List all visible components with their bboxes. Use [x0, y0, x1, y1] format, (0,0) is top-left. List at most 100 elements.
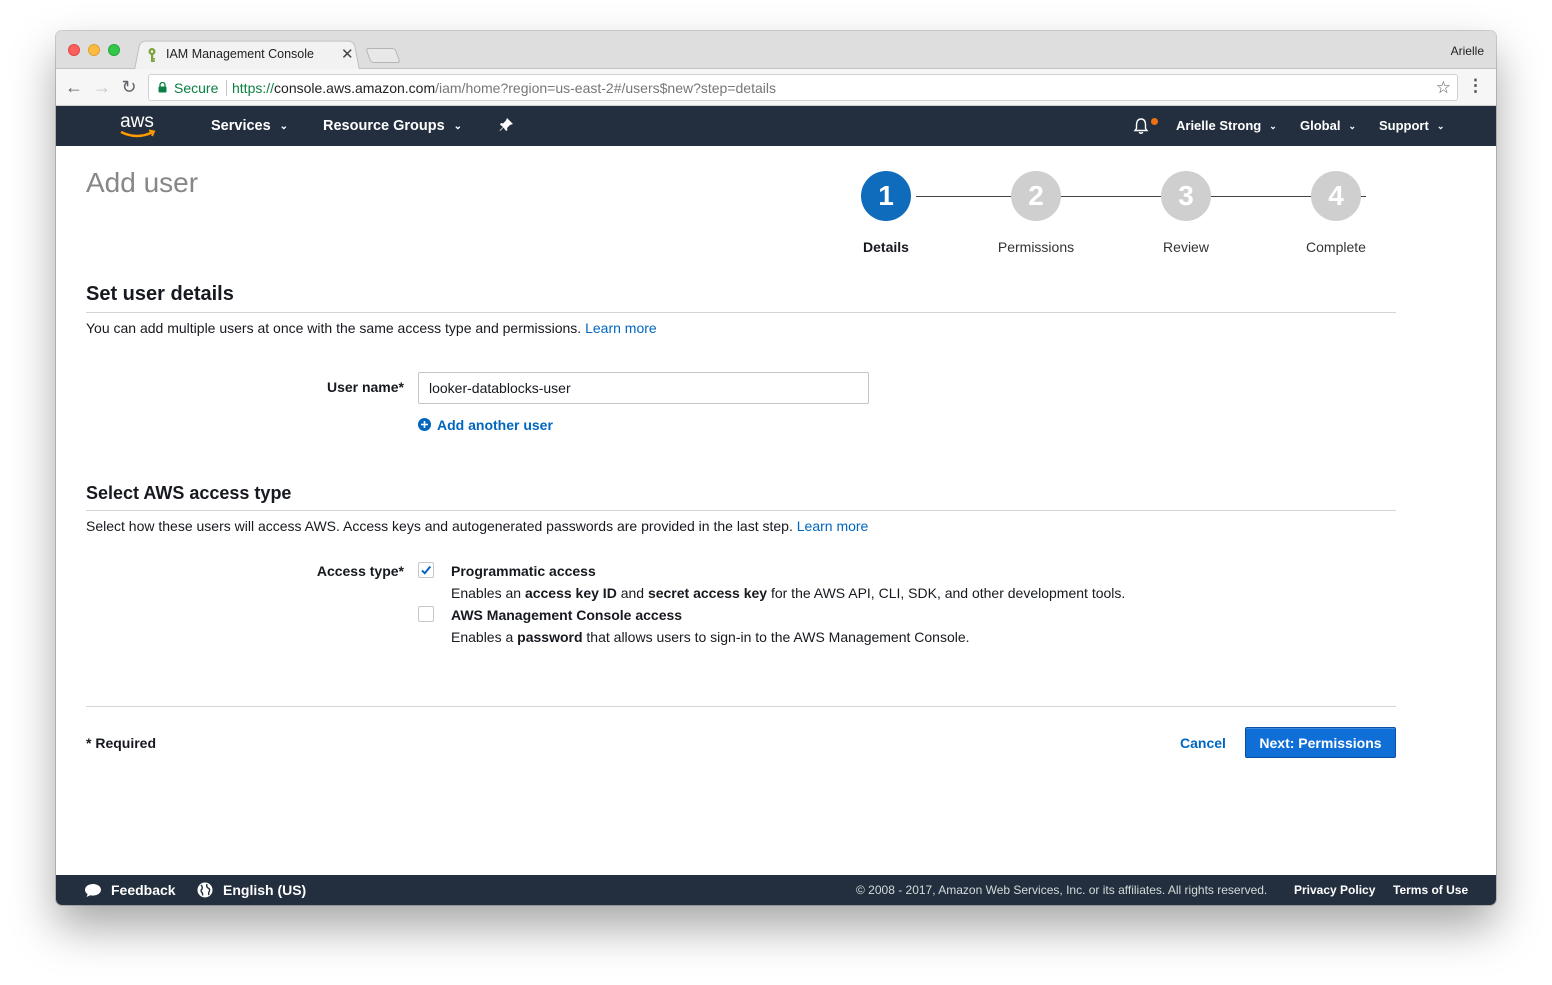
desc-emphasis: access key ID — [524, 585, 617, 601]
chevron-down-icon: ⌄ — [1269, 121, 1277, 131]
section-title-user-details: Set user details — [86, 283, 234, 305]
console-access-description: Enables a password that allows users to … — [451, 629, 970, 645]
chevron-down-icon: ⌄ — [1436, 121, 1445, 131]
next-permissions-button[interactable]: Next: Permissions — [1245, 727, 1396, 758]
aws-logo[interactable]: aws — [114, 110, 160, 142]
browser-window: IAM Management Console ✕ Arielle ← → ↻ S… — [56, 31, 1496, 905]
access-description: Select how these users will access AWS. … — [86, 518, 793, 534]
desc-text: that allows users to sign-in to the AWS … — [582, 629, 970, 645]
section-divider — [86, 510, 1396, 511]
add-another-user-label: Add another user — [437, 417, 553, 433]
pin-icon[interactable] — [498, 117, 514, 133]
step-label: Details — [863, 239, 909, 255]
services-label: Services — [211, 118, 271, 134]
secure-label: Secure — [174, 80, 219, 96]
terms-of-use-link[interactable]: Terms of Use — [1393, 883, 1468, 897]
add-another-user-link[interactable]: Add another user — [418, 417, 553, 433]
new-tab-button[interactable] — [365, 48, 401, 63]
support-label: Support — [1379, 118, 1429, 133]
speech-bubble-icon — [85, 884, 101, 897]
section-description: Select how these users will access AWS. … — [86, 518, 868, 534]
learn-more-link[interactable]: Learn more — [585, 320, 657, 336]
browser-menu-icon[interactable]: ⋮ — [1467, 76, 1484, 96]
browser-toolbar: ← → ↻ Secure https://console.aws.amazon.… — [56, 69, 1496, 106]
access-type-label: Access type* — [316, 563, 404, 579]
desc-text: and — [616, 585, 648, 601]
language-selector[interactable]: English (US) — [223, 882, 306, 898]
globe-icon — [197, 882, 213, 898]
desc-text: for the AWS API, CLI, SDK, and other dev… — [767, 585, 1126, 601]
step-details: 1 Details — [811, 171, 961, 255]
chevron-down-icon: ⌄ — [1348, 121, 1356, 131]
wizard-stepper: 1 Details 2 Permissions 3 Review 4 Compl… — [816, 171, 1376, 261]
minimize-window-button[interactable] — [88, 44, 100, 56]
programmatic-access-title: Programmatic access — [451, 563, 596, 579]
url-text: https://console.aws.amazon.com/iam/home?… — [232, 80, 776, 96]
programmatic-access-description: Enables an access key ID and secret acce… — [451, 585, 1125, 601]
step-complete: 4 Complete — [1261, 171, 1411, 255]
close-window-button[interactable] — [68, 44, 80, 56]
bell-icon[interactable] — [1132, 117, 1150, 135]
profile-name[interactable]: Arielle — [1451, 44, 1484, 58]
step-permissions: 2 Permissions — [961, 171, 1111, 255]
step-number: 3 — [1161, 171, 1211, 221]
privacy-policy-link[interactable]: Privacy Policy — [1294, 883, 1375, 897]
step-number: 4 — [1311, 171, 1361, 221]
user-name-label: User name* — [326, 379, 404, 395]
user-name-input[interactable] — [418, 372, 869, 404]
plus-circle-icon — [418, 418, 431, 431]
support-menu[interactable]: Support ⌄ — [1379, 118, 1444, 133]
details-description: You can add multiple users at once with … — [86, 320, 582, 336]
copyright-text: © 2008 - 2017, Amazon Web Services, Inc.… — [856, 883, 1268, 897]
learn-more-link[interactable]: Learn more — [797, 518, 869, 534]
region-label: Global — [1300, 118, 1341, 133]
forward-arrow-icon[interactable]: → — [92, 77, 112, 97]
region-menu[interactable]: Global ⌄ — [1300, 118, 1356, 133]
desc-emphasis: secret access key — [647, 585, 768, 601]
required-note: * Required — [86, 735, 157, 751]
browser-tab[interactable]: IAM Management Console ✕ — [142, 45, 362, 65]
console-footer: Feedback English (US) © 2008 - 2017, Ama… — [56, 875, 1496, 905]
services-menu[interactable]: Services ⌄ — [211, 118, 288, 134]
resource-groups-menu[interactable]: Resource Groups ⌄ — [323, 118, 462, 134]
step-label: Complete — [1306, 239, 1366, 255]
bookmark-star-icon[interactable]: ☆ — [1436, 78, 1451, 98]
step-label: Permissions — [997, 239, 1075, 255]
url-path: /iam/home?region=us-east-2#/users$new?st… — [435, 80, 776, 96]
account-menu[interactable]: Arielle Strong ⌄ — [1176, 118, 1277, 133]
programmatic-access-checkbox[interactable] — [418, 562, 434, 578]
desc-text: Enables a — [451, 629, 518, 645]
step-number: 2 — [1011, 171, 1061, 221]
key-icon — [148, 48, 156, 62]
notification-dot — [1151, 118, 1158, 125]
tab-strip: IAM Management Console ✕ Arielle — [56, 31, 1496, 70]
url-host: console.aws.amazon.com — [274, 80, 436, 96]
account-name: Arielle Strong — [1176, 118, 1262, 133]
section-description: You can add multiple users at once with … — [86, 320, 657, 336]
desc-text: Enables an — [451, 585, 525, 601]
address-bar[interactable]: Secure https://console.aws.amazon.com/ia… — [148, 74, 1458, 101]
console-access-checkbox[interactable] — [418, 606, 434, 622]
lock-icon — [158, 82, 167, 93]
step-review: 3 Review — [1111, 171, 1261, 255]
page-title: Add user — [86, 167, 199, 198]
console-access-title: AWS Management Console access — [451, 607, 683, 623]
resource-groups-label: Resource Groups — [323, 118, 445, 134]
maximize-window-button[interactable] — [108, 44, 120, 56]
desc-emphasis: password — [517, 629, 583, 645]
tab-title: IAM Management Console — [166, 47, 314, 61]
address-separator — [226, 80, 227, 96]
cancel-button[interactable]: Cancel — [1180, 735, 1226, 751]
feedback-link[interactable]: Feedback — [111, 882, 176, 898]
checkmark-icon — [421, 565, 432, 575]
step-label: Review — [1163, 239, 1209, 255]
step-number: 1 — [861, 171, 911, 221]
tab-close-icon[interactable]: ✕ — [341, 45, 354, 63]
reload-icon[interactable]: ↻ — [119, 77, 139, 97]
actions-divider — [86, 706, 1396, 707]
url-scheme: https:// — [232, 80, 275, 96]
section-title-access-type: Select AWS access type — [86, 483, 292, 503]
back-arrow-icon[interactable]: ← — [64, 77, 84, 97]
aws-navbar: aws Services ⌄ Resource Groups ⌄ Arielle S… — [56, 106, 1496, 146]
chevron-down-icon: ⌄ — [453, 121, 463, 132]
